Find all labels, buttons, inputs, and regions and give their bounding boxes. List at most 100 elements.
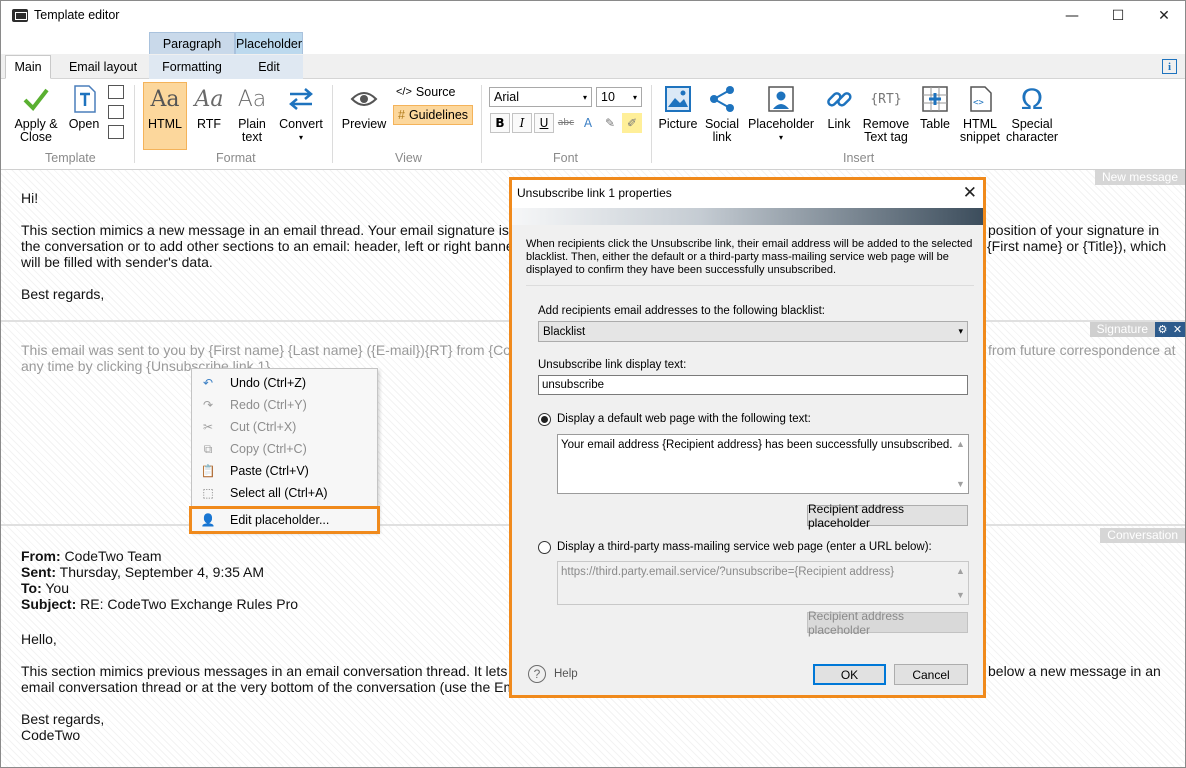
- remove-text-tag-label: Remove Text tag: [862, 117, 910, 144]
- chevron-down-icon: ▾: [632, 92, 637, 102]
- menu-item-copy[interactable]: ⧉ Copy (Ctrl+C): [192, 438, 377, 460]
- tab-email-layout[interactable]: Email layout: [61, 55, 145, 79]
- special-character-button[interactable]: Ω Special character: [1006, 83, 1058, 144]
- blacklist-select[interactable]: Blacklist ▾: [538, 321, 968, 342]
- placeholder-context-group: Placeholder: [235, 32, 303, 54]
- font-color-icon[interactable]: A: [578, 113, 598, 133]
- template-small-icons: [108, 85, 124, 139]
- chevron-down-icon: ▾: [778, 133, 783, 142]
- unsubscribe-properties-dialog: Unsubscribe link 1 properties ✕ When rec…: [509, 177, 986, 698]
- cancel-button[interactable]: Cancel: [894, 664, 968, 685]
- gear-icon[interactable]: ⚙: [1155, 322, 1170, 337]
- highlight-icon[interactable]: ✐: [622, 113, 642, 133]
- scroll-up-icon: ▲: [956, 439, 965, 449]
- from-line: From: CodeTwo Team: [21, 548, 162, 564]
- info-icon[interactable]: i: [1162, 59, 1177, 74]
- apply-close-button[interactable]: Apply & Close: [9, 83, 63, 144]
- chevron-down-icon: ▾: [958, 326, 963, 336]
- link-button[interactable]: Link: [821, 83, 857, 131]
- recipient-placeholder-button-disabled[interactable]: Recipient address placeholder: [807, 609, 968, 637]
- rtf-format-icon: Aa: [194, 86, 224, 112]
- html-format-button[interactable]: Aa HTML: [143, 82, 187, 150]
- strikethrough-button[interactable]: abc: [556, 113, 576, 133]
- rt-tag-icon: {RT}: [870, 91, 902, 107]
- placeholder-label: Placeholder: [748, 117, 815, 131]
- remove-text-tag-button[interactable]: {RT} Remove Text tag: [862, 83, 910, 144]
- new-message-body-line: will be filled with sender's data.: [21, 254, 213, 270]
- share-icon: [706, 83, 738, 115]
- menu-item-label: Cut (Ctrl+X): [230, 420, 297, 434]
- third-party-url-textarea[interactable]: https://third.party.email.service/?unsub…: [557, 561, 969, 605]
- font-family-select[interactable]: Arial ▾: [489, 87, 592, 107]
- checkmark-icon: [20, 83, 52, 115]
- blacklist-label: Add recipients email addresses to the fo…: [538, 305, 826, 317]
- help-link[interactable]: Help: [554, 668, 578, 680]
- picture-label: Picture: [658, 117, 698, 131]
- clear-formatting-icon[interactable]: ✎: [600, 113, 620, 133]
- menu-item-redo[interactable]: ↷ Redo (Ctrl+Y): [192, 394, 377, 416]
- menu-item-label: Undo (Ctrl+Z): [230, 376, 307, 390]
- close-icon[interactable]: ✕: [963, 183, 977, 203]
- save-template-icon[interactable]: [108, 85, 124, 99]
- default-page-textarea[interactable]: Your email address {Recipient address} h…: [557, 434, 969, 494]
- menu-item-label: Paste (Ctrl+V): [230, 464, 309, 478]
- menu-item-select-all[interactable]: ⬚ Select all (Ctrl+A): [192, 482, 377, 504]
- plain-text-icon: Aa: [237, 86, 267, 112]
- placeholder-button[interactable]: Placeholder ▾: [748, 83, 814, 144]
- to-value: You: [41, 580, 69, 596]
- close-button[interactable]: ✕: [1141, 1, 1185, 31]
- font-family-value: Arial: [494, 90, 520, 104]
- export-template-icon[interactable]: [108, 125, 124, 139]
- tab-main[interactable]: Main: [5, 55, 51, 79]
- paragraph-context-group: Paragraph: [149, 32, 235, 54]
- rtf-format-button[interactable]: Aa RTF: [192, 83, 226, 131]
- plain-text-format-button[interactable]: Aa Plain text: [233, 83, 271, 144]
- dialog-title-bar: Unsubscribe link 1 properties ✕: [512, 180, 983, 208]
- font-size-select[interactable]: 10 ▾: [596, 87, 642, 107]
- third-party-url: https://third.party.email.service/?unsub…: [561, 566, 895, 578]
- display-text-input[interactable]: [538, 375, 968, 395]
- tab-edit[interactable]: Edit: [235, 55, 303, 79]
- open-document-icon: [68, 83, 100, 115]
- html-snippet-button[interactable]: <> HTML snippet: [958, 83, 1002, 144]
- conversation-body-line: email conversation thread or at the very…: [21, 679, 551, 695]
- guidelines-button[interactable]: # Guidelines: [393, 105, 474, 125]
- menu-item-edit-placeholder[interactable]: 👤 Edit placeholder...: [189, 506, 380, 534]
- close-icon[interactable]: ✕: [1170, 322, 1185, 337]
- help-icon[interactable]: ?: [528, 665, 546, 683]
- recipient-placeholder-button[interactable]: Recipient address placeholder: [807, 502, 968, 530]
- apply-close-label: Apply & Close: [14, 117, 58, 144]
- underline-button[interactable]: U: [534, 113, 554, 133]
- preview-button[interactable]: Preview: [341, 83, 387, 131]
- social-link-label: Social link: [704, 117, 740, 144]
- conversation-closing: Best regards,: [21, 711, 105, 727]
- menu-item-undo[interactable]: ↶ Undo (Ctrl+Z): [192, 372, 377, 394]
- select-all-icon: ⬚: [202, 486, 214, 500]
- italic-button[interactable]: I: [512, 113, 532, 133]
- default-page-radio[interactable]: [538, 413, 551, 426]
- chevron-down-icon: ▾: [582, 92, 587, 102]
- scrollbar[interactable]: ▲ ▼: [953, 435, 968, 493]
- context-menu: ↶ Undo (Ctrl+Z) ↷ Redo (Ctrl+Y) ✂ Cut (Ctrl…: [189, 368, 380, 534]
- eye-icon: [348, 83, 380, 115]
- table-button[interactable]: Table: [916, 83, 954, 131]
- source-button[interactable]: </> Source: [396, 85, 456, 99]
- ribbon-tabs: Main Email layout Formatting Edit i: [1, 54, 1185, 79]
- social-link-button[interactable]: Social link: [703, 83, 741, 144]
- minimize-button[interactable]: —: [1049, 1, 1095, 31]
- ok-button[interactable]: OK: [813, 664, 886, 685]
- tab-formatting[interactable]: Formatting: [149, 55, 235, 79]
- open-button[interactable]: Open: [65, 83, 103, 131]
- menu-item-paste[interactable]: 📋 Paste (Ctrl+V): [192, 460, 377, 482]
- subject-label: Subject:: [21, 596, 77, 612]
- menu-item-cut[interactable]: ✂ Cut (Ctrl+X): [192, 416, 377, 438]
- conversation-body-line: This section mimics previous messages in…: [21, 663, 545, 679]
- bold-button[interactable]: B: [490, 113, 510, 133]
- picture-button[interactable]: Picture: [658, 83, 698, 131]
- scrollbar[interactable]: ▲ ▼: [953, 562, 968, 604]
- import-template-icon[interactable]: [108, 105, 124, 119]
- undo-icon: ↶: [202, 376, 214, 390]
- third-party-radio[interactable]: [538, 541, 551, 554]
- convert-button[interactable]: Convert ▾: [277, 83, 325, 144]
- maximize-button[interactable]: ☐: [1095, 1, 1141, 31]
